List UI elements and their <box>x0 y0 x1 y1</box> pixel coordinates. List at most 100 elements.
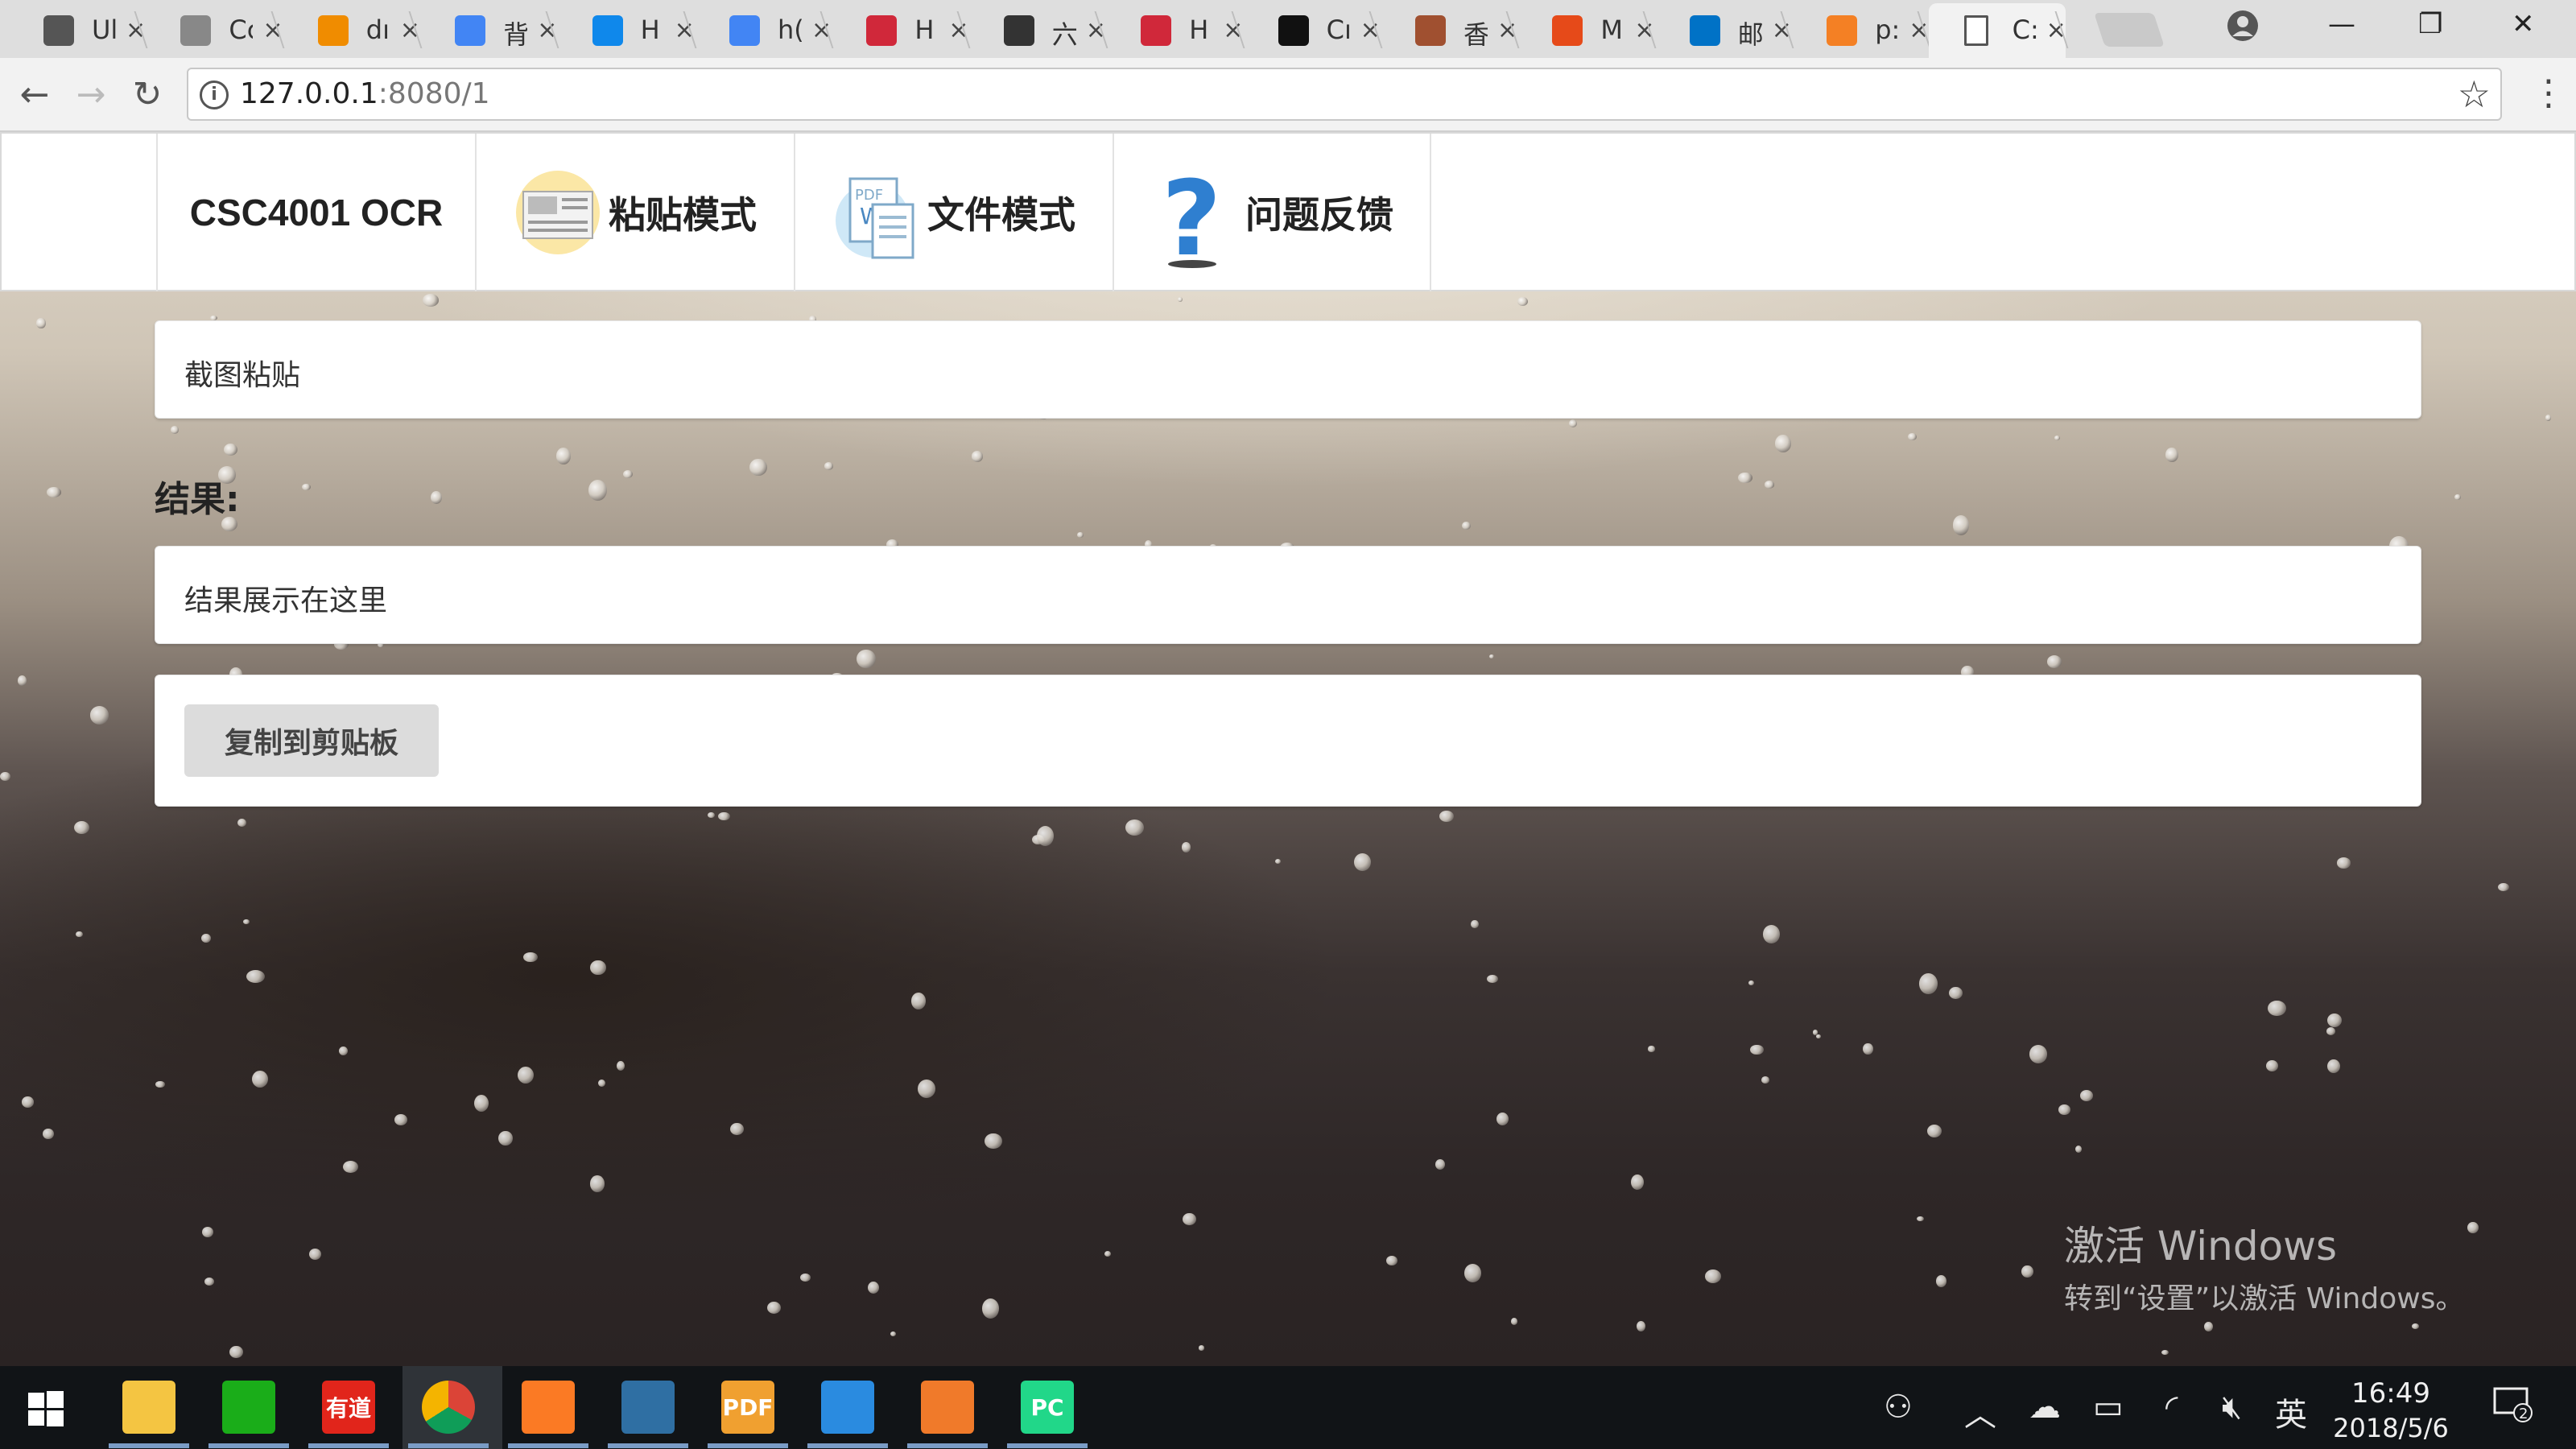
google-icon <box>729 15 760 46</box>
action-center-icon[interactable]: 2 <box>2492 1384 2533 1432</box>
browser-tab[interactable]: Ul × <box>8 3 148 58</box>
result-display[interactable]: 结果展示在这里 <box>155 546 2421 644</box>
raindrop <box>474 1094 489 1113</box>
ime-indicator[interactable]: 英 <box>2275 1389 2307 1435</box>
raindrop <box>556 448 572 464</box>
system-clock[interactable]: 16:49 2018/5/6 <box>2318 1377 2463 1443</box>
restore-icon[interactable]: ❐ <box>2418 8 2442 40</box>
raindrop <box>749 458 767 477</box>
raindrop <box>1952 514 1970 535</box>
raindrop <box>985 1133 1002 1150</box>
raindrop <box>1182 1212 1196 1226</box>
browser-tab[interactable]: H × <box>1105 3 1245 58</box>
nav-brand[interactable]: CSC4001 OCR <box>156 134 475 291</box>
people-icon[interactable]: ⚇ <box>1884 1389 1913 1426</box>
browser-tab[interactable]: Cc× <box>145 3 285 58</box>
raindrop <box>1439 811 1454 823</box>
nav-item-paste-mode[interactable]: 粘贴模式 <box>475 134 794 291</box>
raindrop <box>1738 472 1753 484</box>
profile-icon[interactable] <box>2227 10 2259 42</box>
battery-icon[interactable]: ▭ <box>2093 1389 2124 1426</box>
running-app-indicator <box>708 1443 788 1448</box>
browser-menu-icon[interactable]: ⋮ <box>2531 72 2566 114</box>
pycharm-icon[interactable]: PC <box>1021 1381 1074 1434</box>
raindrop <box>2498 882 2509 891</box>
document-files-icon: PDF W <box>832 164 921 261</box>
minimize-icon[interactable]: — <box>2328 8 2355 40</box>
newspaper-icon <box>514 164 602 261</box>
raindrop <box>1487 975 1498 984</box>
copy-to-clipboard-button[interactable]: 复制到剪贴板 <box>184 704 439 777</box>
clock-time: 16:49 <box>2351 1377 2430 1410</box>
paste-area[interactable]: 截图粘贴 <box>155 320 2421 419</box>
browser-tab[interactable]: 背 × <box>419 3 559 58</box>
browser-tab[interactable]: p: × <box>1791 3 1931 58</box>
youdao-icon[interactable]: 有道 <box>322 1381 375 1434</box>
browser-tab[interactable]: 六 × <box>968 3 1108 58</box>
mysql-workbench-icon[interactable] <box>621 1381 675 1434</box>
raindrop <box>1462 522 1471 530</box>
pdf-icon[interactable]: PDF <box>721 1381 774 1434</box>
browser-tab[interactable]: h(× <box>694 3 834 58</box>
raindrop <box>431 490 442 504</box>
windows-start-icon[interactable] <box>19 1382 72 1435</box>
powerpoint-icon[interactable] <box>921 1381 974 1434</box>
raindrop <box>2046 655 2062 668</box>
raindrop <box>910 992 927 1010</box>
raindrop <box>1636 1320 1645 1331</box>
close-window-icon[interactable]: ✕ <box>2512 8 2535 40</box>
volume-muted-icon[interactable]: 🔇︎ <box>2222 1389 2242 1426</box>
tab-title: M <box>1600 14 1623 45</box>
browser-tab[interactable]: C: × <box>1928 3 2069 58</box>
new-tab-button[interactable] <box>2094 13 2165 47</box>
url-host: 127.0.0.1 <box>240 77 378 110</box>
browser-tab[interactable]: dı × <box>283 3 423 58</box>
paste-placeholder: 截图粘贴 <box>184 359 301 392</box>
chrome-icon[interactable] <box>422 1381 475 1434</box>
tab-close-icon[interactable]: × <box>1360 16 1381 44</box>
page-background: CSC4001 OCR 粘贴模式 PDF W 文件模式 ? 问题反馈 截图粘贴 … <box>0 132 2576 1366</box>
clock-date: 2018/5/6 <box>2333 1413 2449 1443</box>
browser-tab[interactable]: M × <box>1517 3 1657 58</box>
document-icon <box>1963 15 1988 46</box>
wifi-icon[interactable]: ◜ <box>2165 1389 2178 1426</box>
raindrop <box>223 443 237 456</box>
browser-tab[interactable]: 邮 × <box>1654 3 1794 58</box>
w3c-icon <box>1003 15 1034 46</box>
bookmark-star-icon[interactable]: ☆ <box>2458 72 2491 116</box>
xampp-icon[interactable] <box>522 1381 575 1434</box>
raindrop <box>74 820 90 835</box>
browser-tab[interactable]: 香 × <box>1380 3 1520 58</box>
onedrive-icon[interactable]: ☁ <box>2029 1389 2061 1426</box>
tab-title: 香 <box>1463 19 1488 50</box>
result-placeholder: 结果展示在这里 <box>184 584 388 617</box>
raindrop <box>170 425 180 434</box>
tab-title: Cc <box>229 14 253 45</box>
url-text[interactable]: 127.0.0.1:8080/1 <box>240 77 490 110</box>
raindrop <box>90 706 109 724</box>
raindrop <box>1705 1269 1722 1284</box>
browser-tab[interactable]: H × <box>831 3 971 58</box>
wps-icon[interactable] <box>821 1381 874 1434</box>
back-arrow-icon[interactable]: ← <box>13 72 56 116</box>
running-app-indicator <box>408 1443 489 1448</box>
raindrop <box>1386 1256 1398 1266</box>
raindrop <box>1488 654 1495 659</box>
raindrop <box>2075 1145 2083 1153</box>
browser-tab[interactable]: H × <box>557 3 697 58</box>
wechat-icon[interactable] <box>222 1381 275 1434</box>
reload-icon[interactable]: ↻ <box>126 72 169 116</box>
nav-item-file-mode[interactable]: PDF W 文件模式 <box>794 134 1113 291</box>
browser-toolbar: ← → ↻ i 127.0.0.1:8080/1 ☆ ⋮ <box>0 58 2576 132</box>
raindrop <box>1181 841 1191 852</box>
forward-arrow-icon[interactable]: → <box>69 72 113 116</box>
tab-close-icon[interactable]: × <box>675 16 695 44</box>
raindrop <box>246 969 266 984</box>
show-hidden-icons-chevron-icon[interactable]: ︿ <box>1964 1389 1996 1435</box>
info-icon[interactable]: i <box>200 80 229 109</box>
nav-item-feedback[interactable]: ? 问题反馈 <box>1113 134 1431 291</box>
file-explorer-icon[interactable] <box>122 1381 175 1434</box>
browser-tab[interactable]: Cı × <box>1243 3 1383 58</box>
tab-close-icon[interactable]: × <box>2046 16 2066 44</box>
address-bar[interactable]: i 127.0.0.1:8080/1 ☆ <box>187 68 2502 121</box>
